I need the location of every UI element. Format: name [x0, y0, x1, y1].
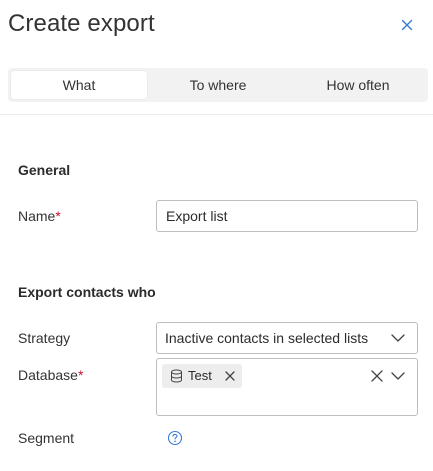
- question-circle-icon[interactable]: [167, 430, 183, 446]
- required-mark: *: [55, 208, 61, 224]
- header-divider: [0, 114, 433, 115]
- database-label-text: Database: [18, 367, 78, 383]
- close-icon[interactable]: [398, 16, 416, 34]
- tab-what[interactable]: What: [11, 71, 147, 99]
- database-chip: Test: [162, 364, 242, 388]
- section-export-contacts-heading: Export contacts who: [18, 284, 156, 300]
- segment-label: Segment: [18, 430, 75, 446]
- database-label: Database*: [18, 367, 83, 383]
- tab-how-often[interactable]: How often: [290, 71, 426, 99]
- chip-remove-icon[interactable]: [224, 370, 236, 382]
- chevron-down-icon: [391, 334, 405, 342]
- strategy-label: Strategy: [18, 330, 71, 346]
- name-label-text: Name: [18, 208, 56, 224]
- required-mark: *: [77, 367, 84, 383]
- dialog-title: Create export: [8, 10, 155, 37]
- close-button[interactable]: [398, 16, 416, 34]
- database-multiselect[interactable]: Test: [156, 358, 418, 416]
- tab-bar: What To where How often: [8, 68, 428, 102]
- database-icon: [171, 369, 182, 383]
- name-input[interactable]: [156, 200, 418, 232]
- database-chip-label: Test: [188, 368, 212, 383]
- tab-to-where[interactable]: To where: [150, 71, 286, 99]
- strategy-select[interactable]: Inactive contacts in selected lists: [156, 322, 418, 354]
- name-label: Name*: [18, 208, 61, 224]
- dialog-header: Create export: [0, 0, 433, 56]
- clear-icon[interactable]: [370, 369, 384, 383]
- section-general-heading: General: [18, 162, 71, 178]
- chevron-down-icon[interactable]: [390, 370, 406, 382]
- strategy-selected-value: Inactive contacts in selected lists: [165, 330, 369, 346]
